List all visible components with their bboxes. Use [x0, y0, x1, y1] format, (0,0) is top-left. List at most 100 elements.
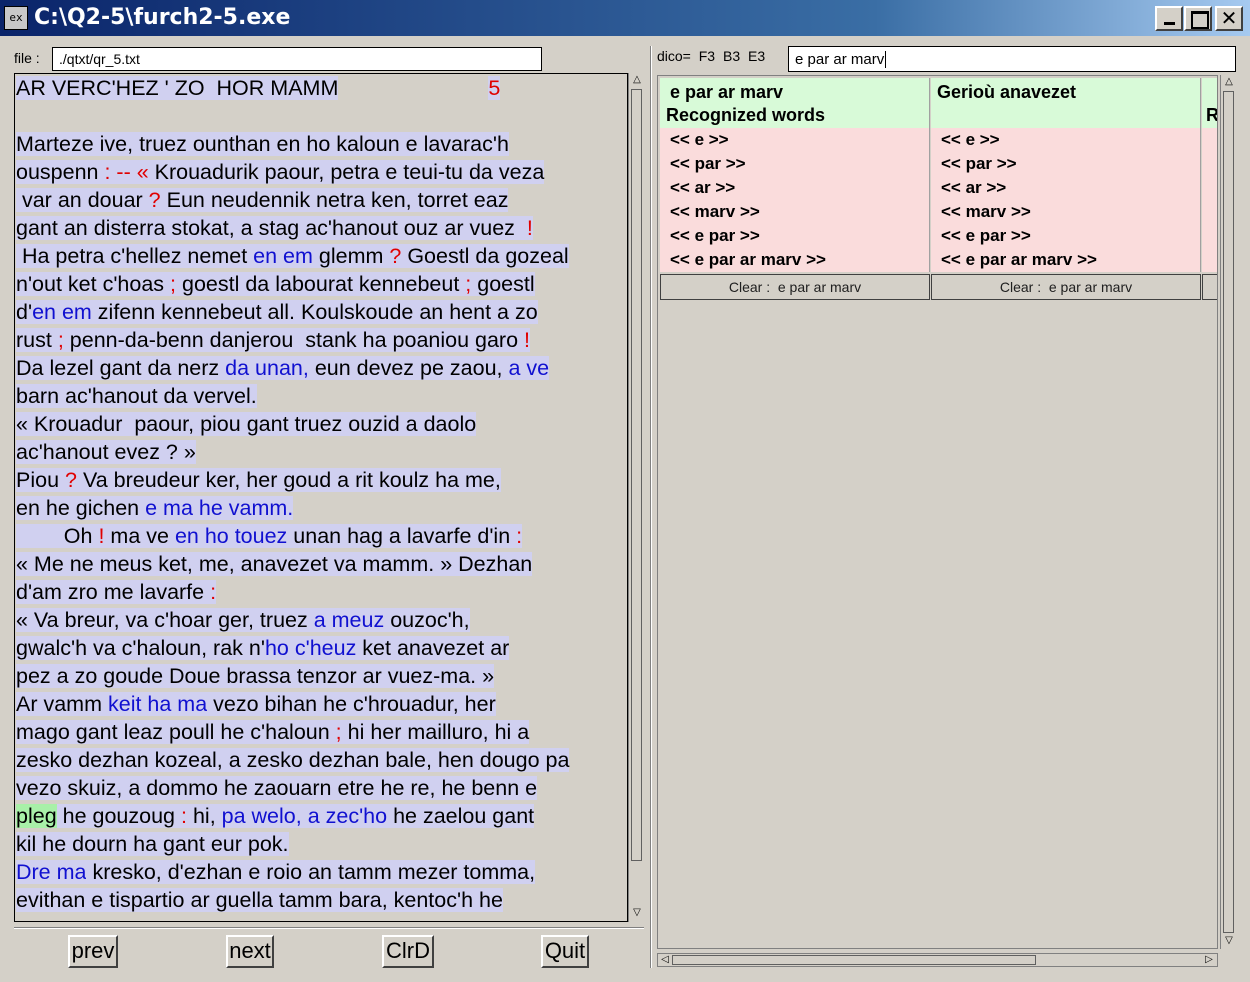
marked-phrase: pa welo, a zec'ho: [221, 804, 388, 828]
clrd-button[interactable]: ClrD: [382, 935, 434, 968]
horizontal-scroll-thumb[interactable]: [672, 955, 1036, 965]
column-title: R: [1206, 105, 1218, 125]
text-vertical-scrollbar[interactable]: △ ▽: [628, 73, 644, 922]
text-line: ouspenn : -- « Krouadurik paour, petra e…: [16, 158, 616, 186]
results-horizontal-scrollbar[interactable]: ◁ ▷: [657, 953, 1218, 967]
text-segment: kresko, d'ezhan e roio an tamm mezer tom…: [86, 860, 536, 884]
text-line: « Va breur, va c'hoar ger, truez a meuz …: [16, 606, 616, 634]
punctuation-mark: ?: [148, 188, 161, 212]
text-segment: ouspenn: [16, 160, 105, 184]
next-button[interactable]: next: [226, 935, 274, 968]
text-line: pleg he gouzoug : hi, pa welo, a zec'ho …: [16, 802, 616, 830]
result-row[interactable]: << e par >>: [931, 224, 1201, 248]
result-row[interactable]: << e par ar marv >>: [660, 248, 930, 272]
quit-button[interactable]: Quit: [541, 935, 589, 968]
text-segment: d': [16, 300, 33, 324]
punctuation-mark: !: [524, 328, 531, 352]
marked-phrase: ho c'heuz: [264, 636, 357, 660]
scroll-down-arrow-icon[interactable]: ▽: [630, 907, 644, 919]
clear-button[interactable]: Clear : e par ar marv: [931, 274, 1201, 300]
text-line: vezo skuiz, a dommo he zaouarn etre he r…: [16, 774, 616, 802]
scroll-thumb[interactable]: [1223, 91, 1234, 933]
scroll-down-arrow-icon[interactable]: ▽: [1222, 935, 1236, 947]
punctuation-mark: ?: [65, 468, 77, 492]
text-segment: he zaelou gant: [387, 804, 535, 828]
result-row[interactable]: << e par >>: [660, 224, 930, 248]
text-segment: Eun neudennik netra ken, torret eaz: [160, 188, 509, 212]
text-line: « Krouadur paour, piou gant truez ouzid …: [16, 410, 616, 438]
result-row[interactable]: << ar >>: [660, 176, 930, 200]
text-panel[interactable]: AR VERC'HEZ ' ZO HOR MAMM 5 Marteze ive, …: [14, 73, 628, 922]
results-vertical-scrollbar[interactable]: △ ▽: [1220, 75, 1236, 949]
result-row: [1202, 152, 1217, 176]
text-segment: Goestl da gozeal: [401, 244, 569, 268]
result-row[interactable]: << par >>: [931, 152, 1201, 176]
text-line: gant an disterra stokat, a stag ac'hanou…: [16, 214, 616, 242]
result-row[interactable]: << marv >>: [660, 200, 930, 224]
prev-button[interactable]: prev: [68, 935, 118, 968]
marked-phrase: e ma he vamm.: [145, 496, 294, 520]
text-line: [16, 102, 616, 130]
result-row[interactable]: << marv >>: [931, 200, 1201, 224]
text-segment: goestl: [471, 272, 535, 296]
maximize-button[interactable]: [1184, 6, 1212, 31]
punctuation-mark: ?: [389, 244, 402, 268]
dico-search-input[interactable]: e par ar marv: [788, 46, 1236, 72]
results-column-header: R: [1202, 78, 1218, 128]
close-button[interactable]: ✕: [1215, 6, 1243, 31]
panel-splitter[interactable]: [650, 46, 652, 968]
results-column-recognized: e par ar marv Recognized words << e >> <<…: [660, 78, 930, 300]
punctuation-mark: ;: [335, 720, 342, 744]
result-row[interactable]: << ar >>: [931, 176, 1201, 200]
scroll-up-arrow-icon[interactable]: △: [1222, 76, 1236, 88]
dico-query: e par ar marv: [795, 51, 885, 68]
clear-button[interactable]: [1202, 274, 1217, 300]
text-segment: ket anavezet ar: [356, 636, 510, 660]
dico-label: dico= F3 B3 E3: [657, 48, 766, 64]
clear-button[interactable]: Clear : e par ar marv: [660, 274, 930, 300]
result-row[interactable]: << e par ar marv >>: [931, 248, 1201, 272]
punctuation-mark: :: [210, 580, 217, 604]
bottom-divider: [14, 927, 644, 929]
text-segment: Marteze ive, truez ounthan en ho kaloun …: [16, 132, 509, 156]
result-row[interactable]: << par >>: [660, 152, 930, 176]
scroll-right-arrow-icon[interactable]: ▷: [1202, 954, 1216, 966]
file-label: file :: [14, 50, 40, 66]
result-row[interactable]: << e >>: [931, 128, 1201, 152]
column-query: e par ar marv: [670, 82, 784, 102]
text-segment: Da lezel gant da nerz: [16, 356, 226, 380]
text-segment: rust: [16, 328, 58, 352]
result-row[interactable]: << e >>: [660, 128, 930, 152]
text-line: Ha petra c'hellez nemet en em glemm ? Go…: [16, 242, 616, 270]
text-segment: pez a zo goude Doue brassa tenzor ar vue…: [16, 664, 495, 688]
scroll-thumb[interactable]: [631, 89, 642, 861]
text-segment: ac'hanout evez ? »: [16, 440, 196, 464]
text-segment: n'out ket c'hoas: [16, 272, 171, 296]
results-column-header: e par ar marv Recognized words: [660, 78, 930, 128]
marked-phrase: en em: [32, 300, 92, 324]
text-segment: hi her mailluro, hi a: [341, 720, 530, 744]
text-segment: Ar vamm: [16, 692, 108, 716]
app-icon[interactable]: ex: [4, 6, 28, 30]
text-line: « Me ne meus ket, me, anavezet va mamm. …: [16, 550, 616, 578]
scroll-up-arrow-icon[interactable]: △: [630, 74, 644, 86]
text-segment: en he gichen: [16, 496, 146, 520]
marked-phrase: a ve: [508, 356, 550, 380]
scroll-left-arrow-icon[interactable]: ◁: [658, 954, 672, 966]
window-title: C:\Q2-5\furch2-5.exe: [34, 5, 291, 30]
result-row: [1202, 176, 1217, 200]
text-line: Dre ma kresko, d'ezhan e roio an tamm me…: [16, 858, 616, 886]
text-segment: gwalc'h va c'haloun, rak n': [16, 636, 265, 660]
result-row: [1202, 248, 1217, 272]
text-line: evithan e tispartio ar guella tamm bara,…: [16, 886, 616, 914]
text-segment: he gouzoug: [56, 804, 181, 828]
text-segment: ouzoc'h,: [384, 608, 470, 632]
text-line: Da lezel gant da nerz da unan, eun devez…: [16, 354, 616, 382]
text-segment: goestl da labourat kennebeut: [176, 272, 466, 296]
results-column-header: Gerioù anavezet: [931, 78, 1201, 128]
minimize-button[interactable]: [1155, 6, 1183, 31]
file-path-input[interactable]: ./qtxt/qr_5.txt: [52, 47, 542, 71]
text-segment: evithan e tispartio ar guella tamm bara,…: [16, 888, 503, 912]
text-segment: d'am zro me lavarfe: [16, 580, 211, 604]
results-column-anavezet: Gerioù anavezet << e >> << par >> << ar >>…: [931, 78, 1201, 300]
